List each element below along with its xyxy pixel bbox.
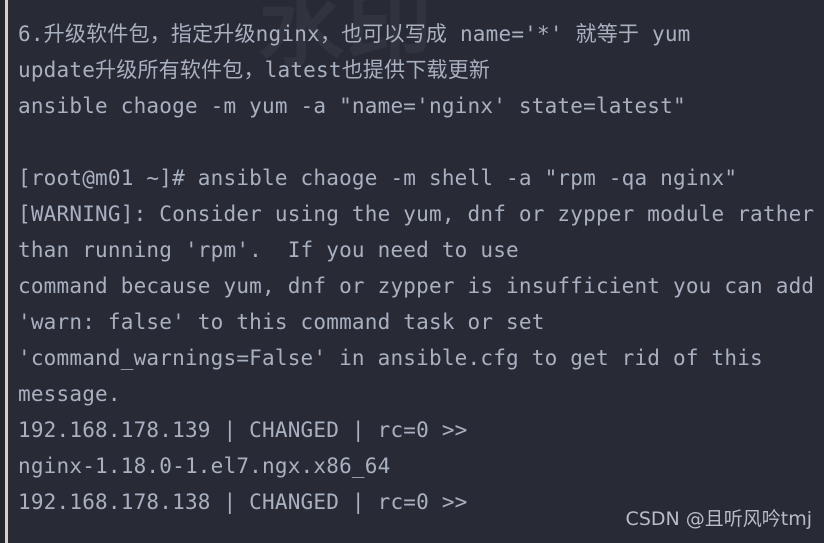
terminal-output: 6.升级软件包，指定升级nginx，也可以写成 name='*' 就等于 yum…: [18, 16, 824, 520]
terminal-body[interactable]: 水印 6.升级软件包，指定升级nginx，也可以写成 name='*' 就等于 …: [8, 0, 824, 543]
terminal-line: 'warn: false' to this command task or se…: [18, 310, 545, 334]
terminal-line-package: nginx-1.18.0-1.el7.ngx.x86_64: [18, 454, 391, 478]
terminal-line: message.: [18, 382, 121, 406]
terminal-line: command because yum, dnf or zypper is in…: [18, 274, 815, 298]
terminal-line-host-result: 192.168.178.139 | CHANGED | rc=0 >>: [18, 418, 468, 442]
terminal-line-warning: [WARNING]: Consider using the yum, dnf o…: [18, 202, 815, 226]
terminal-line: than running 'rpm'. If you need to use: [18, 238, 519, 262]
terminal-line: update升级所有软件包，latest也提供下载更新: [18, 58, 491, 82]
terminal-line-host-result: 192.168.178.138 | CHANGED | rc=0 >>: [18, 490, 468, 514]
terminal-line: ansible chaoge -m yum -a "name='nginx' s…: [18, 94, 686, 118]
terminal-screenshot: 水印 6.升级软件包，指定升级nginx，也可以写成 name='*' 就等于 …: [0, 0, 824, 543]
terminal-line: 'command_warnings=False' in ansible.cfg …: [18, 346, 763, 370]
terminal-line: 6.升级软件包，指定升级nginx，也可以写成 name='*' 就等于 yum: [18, 22, 691, 46]
terminal-line-prompt: [root@m01 ~]# ansible chaoge -m shell -a…: [18, 166, 738, 190]
